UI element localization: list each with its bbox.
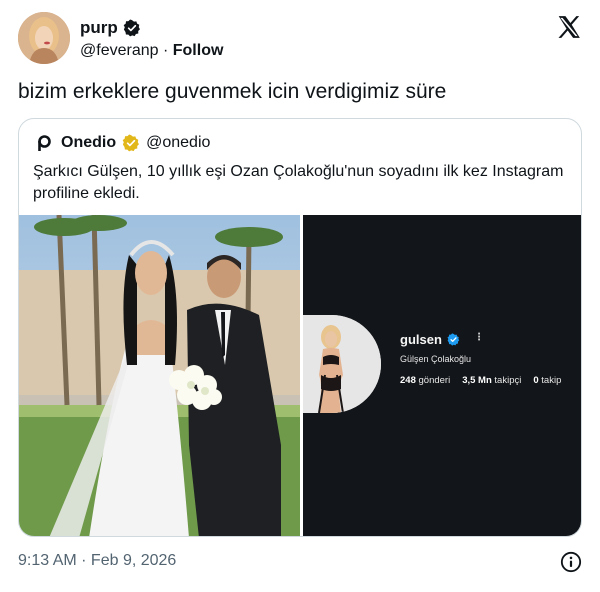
following-count: 0 [533, 375, 539, 386]
author-name[interactable]: purp [80, 18, 141, 38]
verified-badge-icon [122, 134, 140, 152]
instagram-following-stat: 0 takip [533, 375, 561, 386]
wedding-photo[interactable] [19, 215, 300, 536]
tweet-timestamp[interactable]: 9:13 AM · Feb 9, 2026 [18, 552, 176, 570]
handle-separator: · [162, 42, 169, 59]
quoted-author-name[interactable]: Onedio [61, 134, 116, 152]
followers-count: 3,5 Mn [462, 375, 492, 386]
x-logo-icon[interactable] [556, 14, 582, 40]
instagram-followers-stat: 3,5 Mn takipçi [462, 375, 521, 386]
following-label: takip [541, 375, 562, 386]
quoted-media[interactable]: gulsen ⋮ Gülşen Çolakoğlu 248 gönderi 3,… [19, 215, 581, 536]
posts-label: gönderi [418, 375, 451, 386]
follow-button[interactable]: Follow [173, 42, 224, 59]
author-name-text: purp [80, 18, 118, 37]
tweet-text: bizim erkeklere guvenmek icin verdigimiz… [18, 80, 447, 103]
instagram-full-name: Gülşen Çolakoğlu [400, 354, 472, 364]
instagram-profile-avatar [303, 315, 381, 413]
author-handle-row: @feveranp · Follow [80, 42, 223, 60]
author-avatar[interactable] [18, 12, 70, 64]
verified-badge-icon [123, 19, 140, 37]
followers-label: takipçi [494, 375, 522, 386]
quoted-author-handle[interactable]: @onedio [146, 134, 210, 152]
quoted-tweet-text: Şarkıcı Gülşen, 10 yıllık eşi Ozan Çolak… [33, 163, 564, 202]
instagram-username-text: gulsen [400, 332, 442, 347]
instagram-more-icon: ⋮ [474, 332, 484, 343]
quoted-tweet-header: Onedio @onedio [33, 132, 210, 154]
author-handle[interactable]: @feveranp [80, 42, 159, 59]
instagram-posts-stat: 248 gönderi [400, 375, 450, 386]
instagram-username: gulsen [400, 332, 460, 347]
quoted-tweet[interactable]: Onedio @onedio Şarkıcı Gülşen, 10 yıllık… [18, 118, 582, 537]
instagram-stats: 248 gönderi 3,5 Mn takipçi 0 takip [400, 375, 561, 386]
onedio-logo-icon[interactable] [33, 132, 55, 154]
posts-count: 248 [400, 375, 416, 386]
verified-badge-icon [447, 333, 460, 346]
info-icon[interactable] [560, 551, 582, 573]
tweet-header: purp @feveranp · Follow [18, 12, 582, 68]
instagram-profile-screenshot[interactable]: gulsen ⋮ Gülşen Çolakoğlu 248 gönderi 3,… [303, 215, 581, 536]
